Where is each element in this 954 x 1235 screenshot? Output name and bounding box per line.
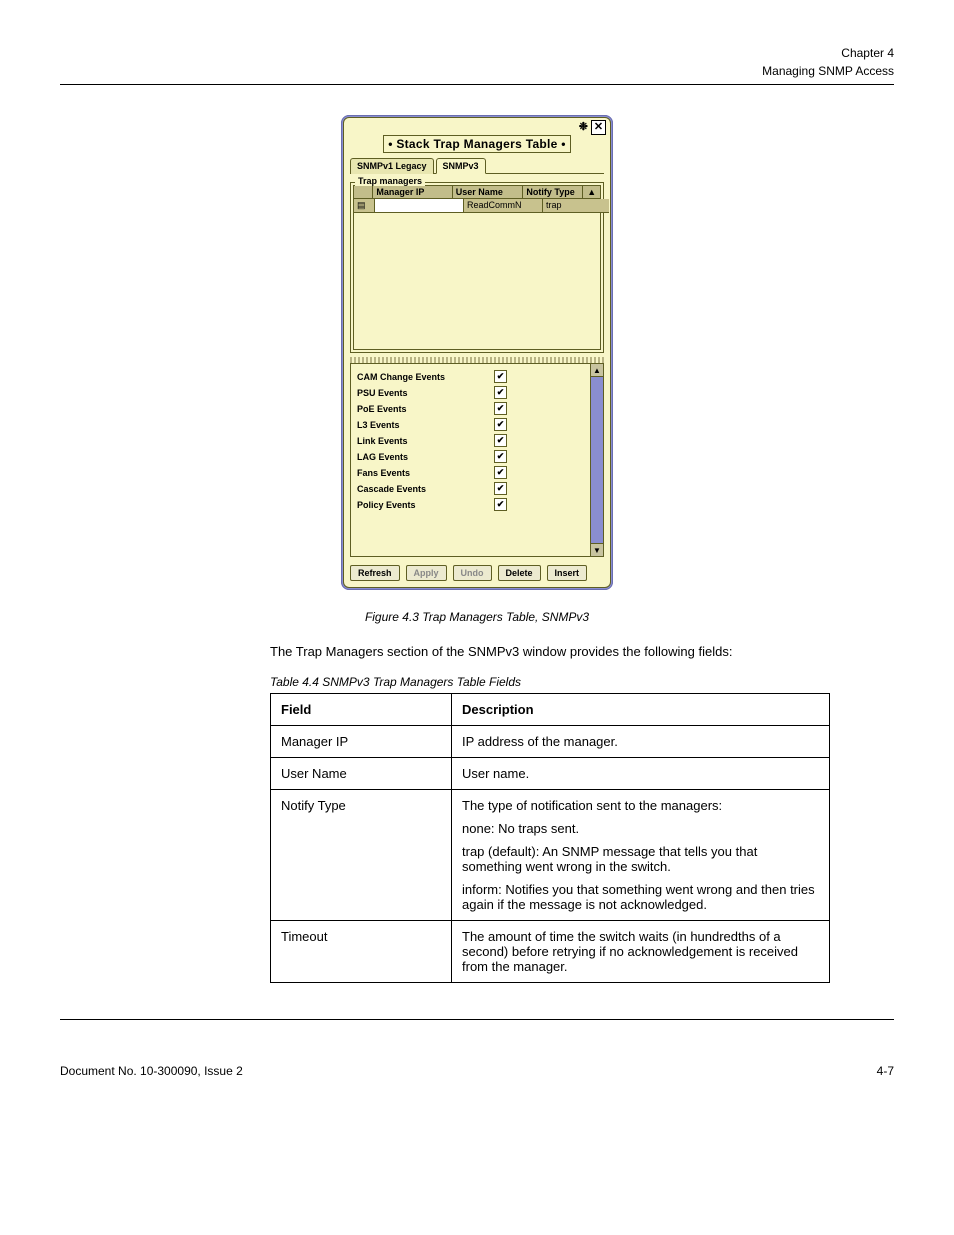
delete-button[interactable]: Delete xyxy=(498,565,541,581)
apply-button[interactable]: Apply xyxy=(406,565,447,581)
checkbox[interactable]: ✔ xyxy=(494,450,507,463)
col-user-name: User Name xyxy=(453,186,524,198)
notify-type-cell[interactable]: trap xyxy=(543,199,609,213)
event-l3: L3 Events ✔ xyxy=(357,418,584,431)
trap-managers-dialog: ❉ ✕ • Stack Trap Managers Table • SNMPv1… xyxy=(341,115,613,590)
checkbox[interactable]: ✔ xyxy=(494,370,507,383)
table-row[interactable]: ▤ ReadCommN trap xyxy=(354,199,609,213)
event-psu: PSU Events ✔ xyxy=(357,386,584,399)
checkbox[interactable]: ✔ xyxy=(494,498,507,511)
insert-button[interactable]: Insert xyxy=(547,565,588,581)
table-row: Timeout The amount of time the switch wa… xyxy=(271,921,830,983)
checkbox[interactable]: ✔ xyxy=(494,418,507,431)
page-number: 4-7 xyxy=(877,1064,894,1078)
help-icon[interactable]: ❉ xyxy=(579,120,588,135)
col-description: Description xyxy=(452,694,830,726)
table-row: Notify Type The type of notification sen… xyxy=(271,790,830,921)
close-icon[interactable]: ✕ xyxy=(591,120,606,135)
chapter-label: Chapter 4 xyxy=(841,46,894,60)
col-manager-ip: Manager IP xyxy=(373,186,452,198)
dialog-title: • Stack Trap Managers Table • xyxy=(344,135,610,153)
checkbox[interactable]: ✔ xyxy=(494,482,507,495)
doc-id: Document No. 10-300090, Issue 2 xyxy=(60,1064,243,1078)
scroll-down-icon[interactable]: ▼ xyxy=(591,543,603,556)
event-link: Link Events ✔ xyxy=(357,434,584,447)
checkbox[interactable]: ✔ xyxy=(494,466,507,479)
header-rule xyxy=(60,84,894,85)
figure-caption: Figure 4.3 Trap Managers Table, SNMPv3 xyxy=(60,610,894,624)
event-cascade: Cascade Events ✔ xyxy=(357,482,584,495)
row-icon: ▤ xyxy=(354,199,375,213)
events-scrollbar[interactable]: ▲ ▼ xyxy=(590,364,603,556)
field-description-table: Field Description Manager IP IP address … xyxy=(270,693,830,983)
checkbox[interactable]: ✔ xyxy=(494,402,507,415)
manager-ip-cell[interactable] xyxy=(375,199,464,213)
table-caption: Table 4.4 SNMPv3 Trap Managers Table Fie… xyxy=(270,675,894,689)
checkbox[interactable]: ✔ xyxy=(494,386,507,399)
tab-snmpv1-legacy[interactable]: SNMPv1 Legacy xyxy=(350,158,434,174)
scroll-up-icon[interactable]: ▲ xyxy=(583,186,600,198)
table-row: Manager IP IP address of the manager. xyxy=(271,726,830,758)
event-policy: Policy Events ✔ xyxy=(357,498,584,511)
fieldset-legend: Trap managers xyxy=(355,176,425,186)
event-lag: LAG Events ✔ xyxy=(357,450,584,463)
table-header: Manager IP User Name Notify Type ▲ xyxy=(353,185,601,199)
footer-rule xyxy=(60,1019,894,1020)
scroll-up-icon[interactable]: ▲ xyxy=(591,364,603,377)
intro-paragraph: The Trap Managers section of the SNMPv3 … xyxy=(270,644,830,659)
event-poe: PoE Events ✔ xyxy=(357,402,584,415)
header-title: Managing SNMP Access xyxy=(762,64,894,78)
user-name-cell[interactable]: ReadCommN xyxy=(464,199,543,213)
refresh-button[interactable]: Refresh xyxy=(350,565,400,581)
checkbox[interactable]: ✔ xyxy=(494,434,507,447)
col-notify-type: Notify Type xyxy=(523,186,583,198)
tab-snmpv3[interactable]: SNMPv3 xyxy=(436,158,486,174)
events-list: CAM Change Events ✔ PSU Events ✔ PoE Eve… xyxy=(351,364,590,556)
table-row: User Name User name. xyxy=(271,758,830,790)
undo-button[interactable]: Undo xyxy=(453,565,492,581)
event-fans: Fans Events ✔ xyxy=(357,466,584,479)
col-field: Field xyxy=(271,694,452,726)
event-cam-change: CAM Change Events ✔ xyxy=(357,370,584,383)
